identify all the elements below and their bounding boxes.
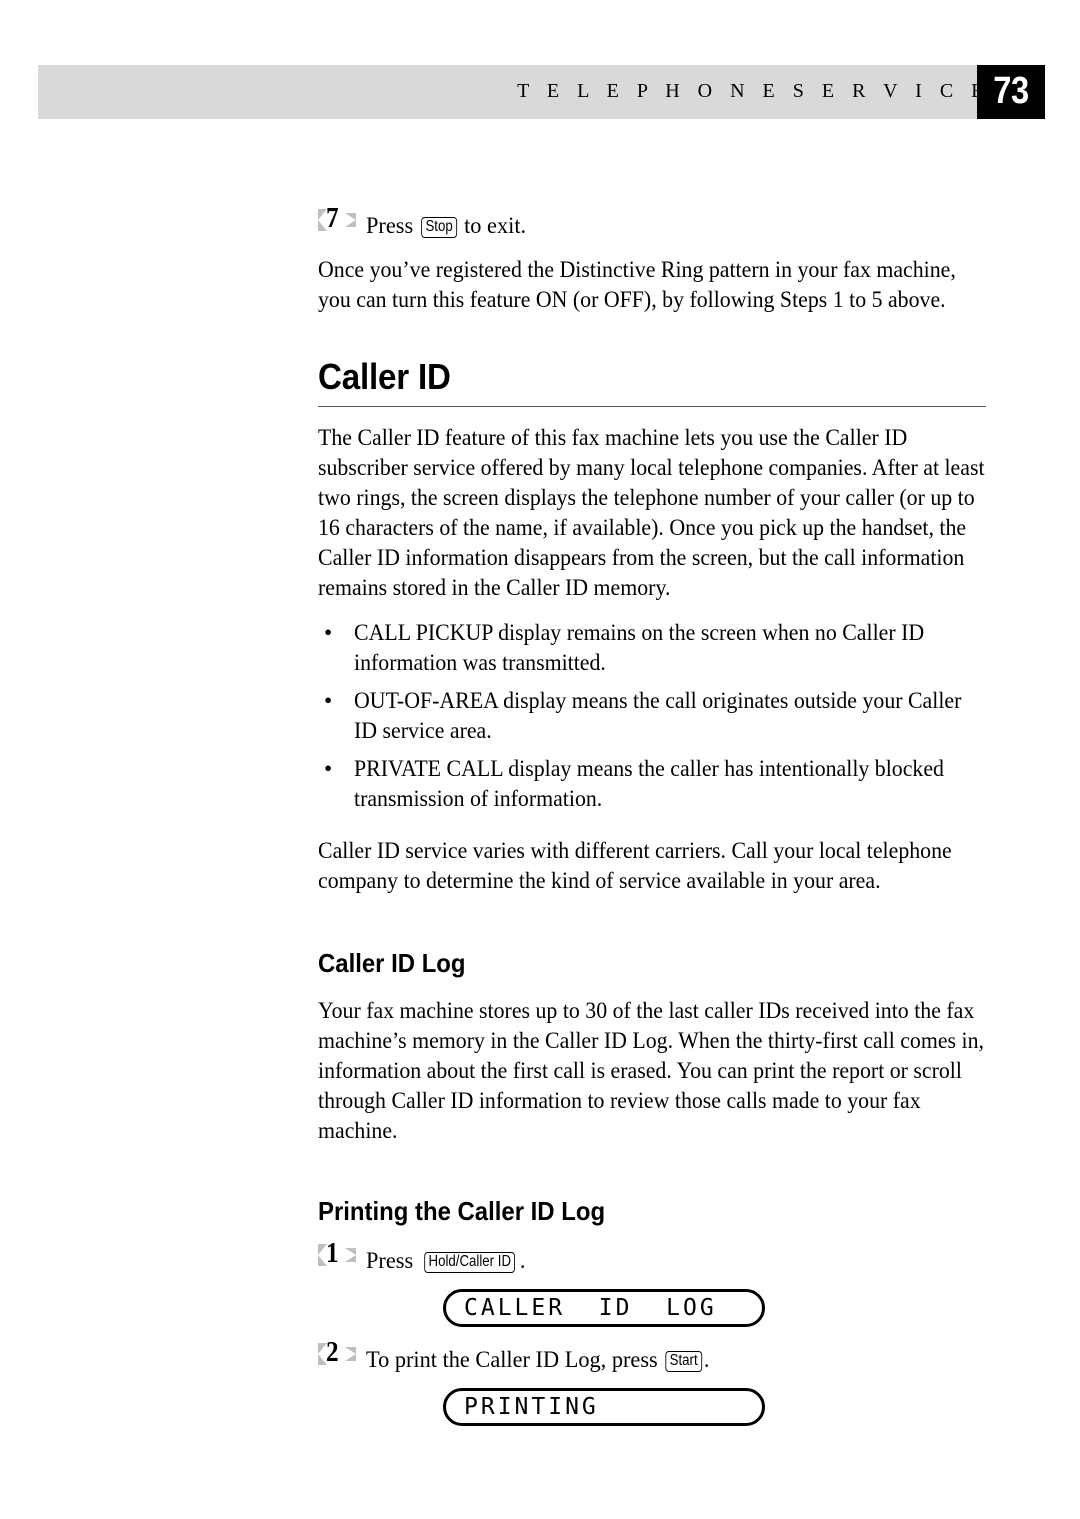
list-item-text: PRIVATE CALL display means the caller ha… — [354, 756, 944, 812]
step-7: 7 Press Stop to exit. — [318, 203, 988, 241]
caller-id-log-paragraph-text: Your fax machine stores up to 30 of the … — [318, 998, 984, 1144]
step-7-text: Press Stop to exit. — [366, 211, 957, 241]
step-1-text: Press Hold/Caller ID. — [366, 1246, 957, 1276]
keycap-hold-caller-id[interactable]: Hold/Caller ID — [423, 1252, 515, 1273]
page-content: 7 Press Stop to exit. Once you’ve regist… — [318, 203, 988, 1426]
step-1: 1 Press Hold/Caller ID. — [318, 1238, 988, 1276]
bullet-dot-icon: • — [324, 688, 333, 714]
caller-id-log-paragraph: Your fax machine stores up to 30 of the … — [318, 996, 988, 1146]
step-flag-right-icon — [345, 1248, 356, 1262]
bullet-dot-icon: • — [324, 756, 333, 782]
page-header: T E L E P H O N E S E R V I C E S 73 — [38, 65, 1045, 119]
section-closing-paragraph-text: Caller ID service varies with different … — [318, 838, 952, 894]
bullet-dot-icon: • — [324, 620, 333, 646]
step-marker-7: 7 — [318, 203, 364, 234]
list-item: • OUT-OF-AREA display means the call ori… — [318, 686, 988, 746]
step-2-text: To print the Caller ID Log, press Start. — [366, 1345, 957, 1375]
step-1-text-before: Press — [366, 1248, 414, 1274]
list-item: • CALL PICKUP display remains on the scr… — [318, 618, 988, 678]
lcd-display-printing: PRINTING — [443, 1388, 765, 1426]
caller-id-bullet-list: • CALL PICKUP display remains on the scr… — [318, 618, 988, 814]
lcd-text: PRINTING — [446, 1394, 599, 1420]
step-7-text-after: to exit. — [464, 213, 527, 239]
lcd-text: CALLER ID LOG — [446, 1295, 717, 1321]
step-2-text-before: To print the Caller ID Log, press — [366, 1347, 658, 1373]
step-marker-1: 1 — [318, 1238, 364, 1269]
section-rule — [318, 406, 986, 407]
header-title: T E L E P H O N E S E R V I C E S — [517, 80, 1019, 103]
page-number: 73 — [993, 69, 1029, 112]
list-item: • PRIVATE CALL display means the caller … — [318, 754, 988, 814]
step-1-text-after: . — [519, 1248, 526, 1274]
intro-paragraph-text: Once you’ve registered the Distinctive R… — [318, 257, 956, 313]
section-closing-paragraph: Caller ID service varies with different … — [318, 836, 988, 896]
step-flag-right-icon — [345, 1347, 356, 1361]
intro-paragraph: Once you’ve registered the Distinctive R… — [318, 255, 988, 315]
step-2-text-after: . — [703, 1347, 710, 1373]
page-number-box: 73 — [977, 65, 1045, 119]
keycap-start[interactable]: Start — [665, 1351, 702, 1372]
subheading-caller-id-log: Caller ID Log — [318, 948, 466, 978]
step-marker-2: 2 — [318, 1337, 364, 1368]
section-heading-caller-id: Caller ID — [318, 356, 451, 397]
step-7-text-before: Press — [366, 213, 414, 239]
step-number: 7 — [326, 203, 339, 234]
keycap-stop[interactable]: Stop — [420, 217, 457, 238]
section-paragraph: The Caller ID feature of this fax machin… — [318, 423, 988, 603]
step-flag-right-icon — [345, 213, 356, 227]
step-2: 2 To print the Caller ID Log, press Star… — [318, 1337, 988, 1375]
list-item-text: CALL PICKUP display remains on the scree… — [354, 620, 925, 676]
lcd-display-caller-id-log: CALLER ID LOG — [443, 1289, 765, 1327]
section-paragraph-text: The Caller ID feature of this fax machin… — [318, 425, 985, 601]
list-item-text: OUT-OF-AREA display means the call origi… — [354, 688, 962, 744]
subheading-printing-the-caller-id-log: Printing the Caller ID Log — [318, 1196, 606, 1226]
step-number: 1 — [326, 1238, 339, 1269]
step-number: 2 — [326, 1337, 339, 1368]
